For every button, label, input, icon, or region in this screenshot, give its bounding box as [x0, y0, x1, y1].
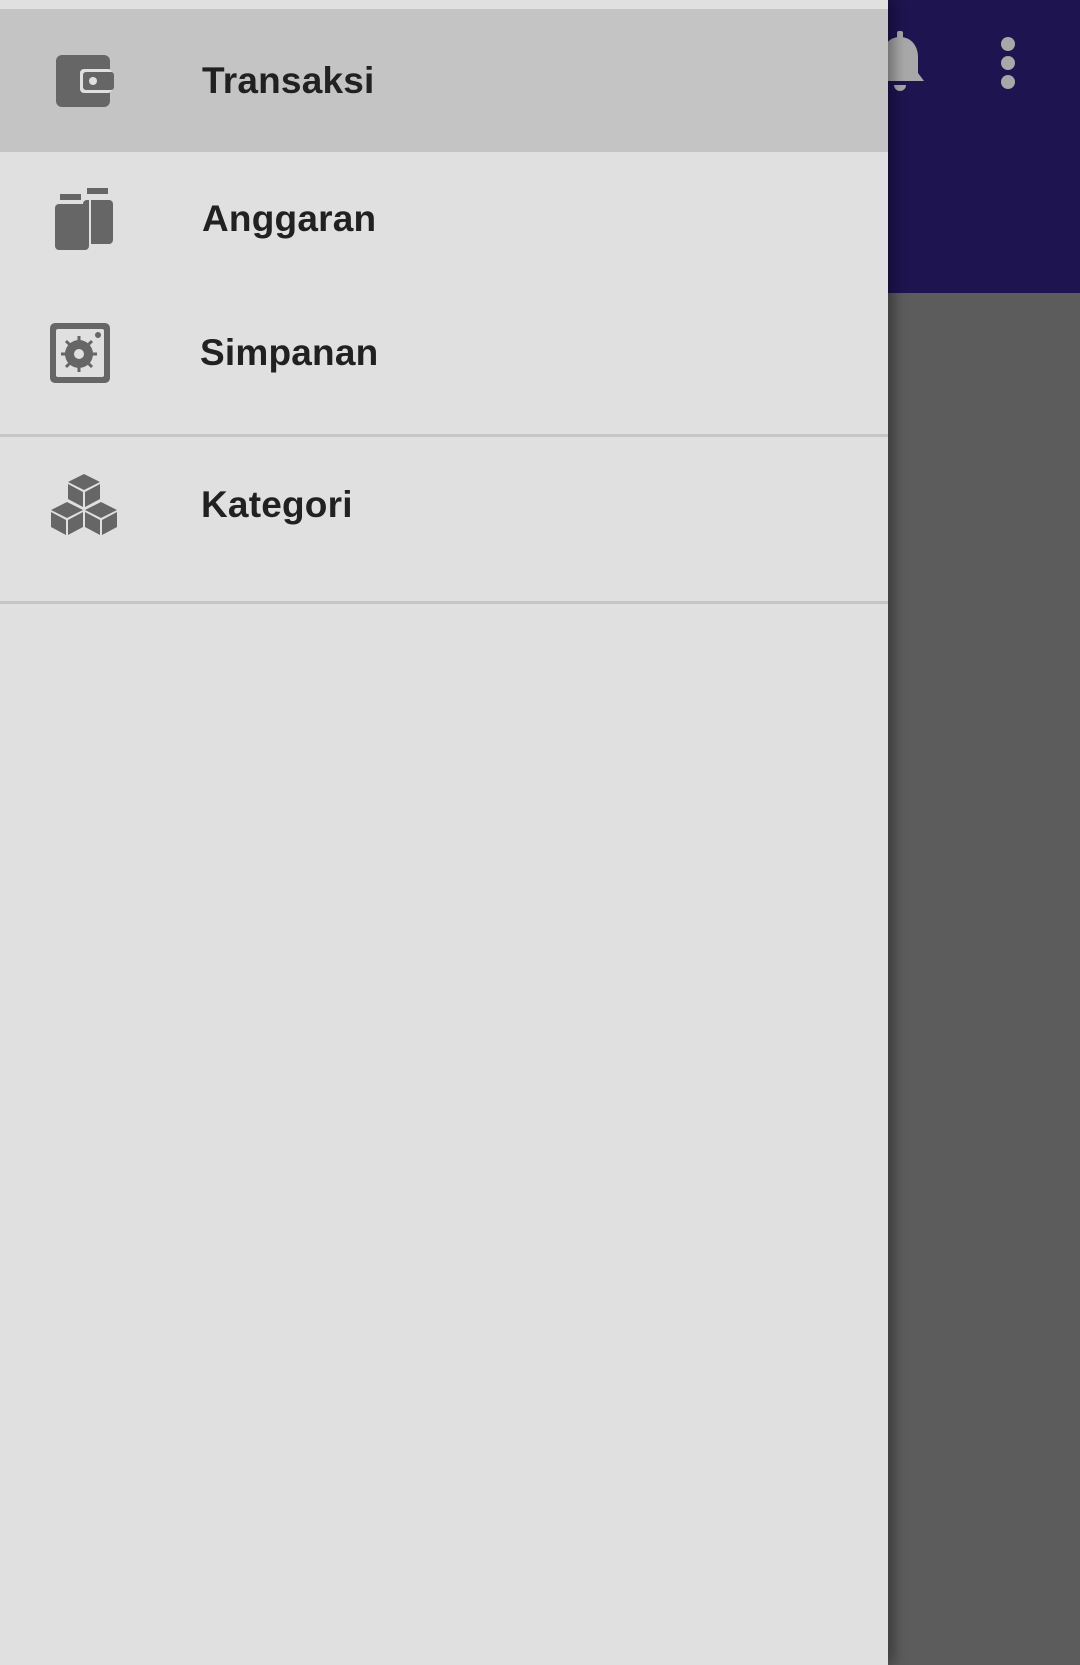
screen: Transaksi Anggaran Simpanan Kategori — [0, 0, 1080, 1665]
safe-icon — [44, 317, 116, 389]
budget-icon — [48, 183, 120, 255]
cubes-icon — [48, 469, 120, 541]
nav-item-anggaran[interactable]: Anggaran — [0, 152, 888, 286]
nav-item-transaksi[interactable]: Transaksi — [0, 9, 888, 152]
nav-item-simpanan[interactable]: Simpanan — [0, 286, 888, 420]
nav-item-kategori[interactable]: Kategori — [0, 437, 888, 573]
nav-item-label: Simpanan — [200, 332, 379, 373]
wallet-icon — [48, 45, 120, 117]
nav-item-label: Transaksi — [202, 59, 375, 101]
divider — [0, 601, 888, 604]
more-vert-icon — [1000, 36, 1016, 94]
drawer-top-strip — [0, 0, 888, 9]
nav-item-label: Anggaran — [202, 198, 377, 239]
nav-item-label: Kategori — [201, 484, 353, 525]
navigation-drawer: Transaksi Anggaran Simpanan Kategori — [0, 0, 888, 1665]
more-options-button[interactable] — [972, 29, 1044, 101]
nav-group-secondary: Kategori — [0, 437, 888, 601]
